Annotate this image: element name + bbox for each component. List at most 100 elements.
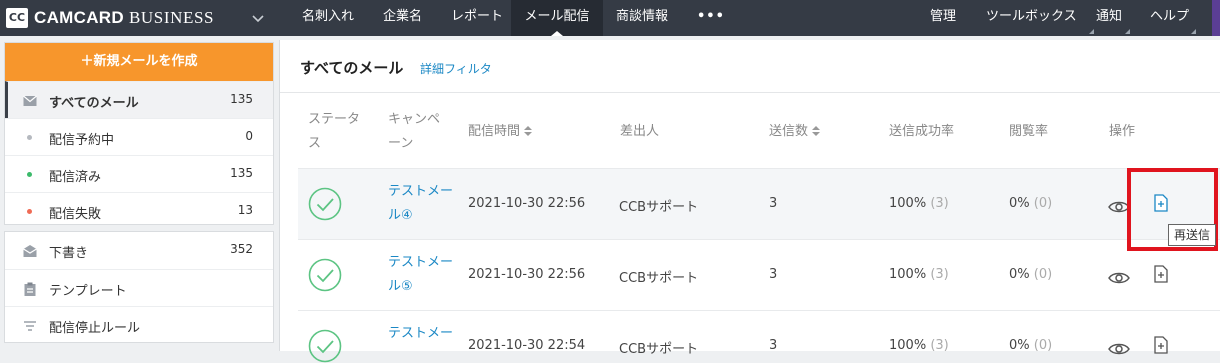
nav-help[interactable]: ヘルプ [1150,0,1198,36]
new-mail-button[interactable]: ＋新規メールを作成 [5,43,273,81]
page-title: すべてのメール [300,59,404,77]
preview-eye-icon[interactable] [1108,270,1130,286]
sidebar-item-count: 0 [245,129,253,143]
sidebar-item-label: 下書き [49,246,89,261]
sidebar-item-scheduled[interactable]: 配信予約中 0 [5,118,273,155]
column-header-success-rate: 送信成功率 [889,124,955,139]
nav-mail-label: メール配信 [524,9,590,24]
success-rate: 100% (3) [889,196,949,211]
clipboard-icon [24,282,36,296]
dropdown-corner-icon [1125,29,1130,34]
header-line: ーン [388,136,414,151]
nav-admin-label: 管理 [930,9,957,24]
sidebar-item-unsubscribe-rules[interactable]: 配信停止ルール [5,306,273,343]
column-header-status: ステータ ス [308,108,360,156]
campaign-line: ル④ [388,208,413,223]
resend-icon[interactable] [1154,265,1168,283]
column-header-sender: 差出人 [620,124,660,139]
table-row[interactable]: テストメー ル⑤ 2021-10-30 22:56 CCBサポート 3 100%… [298,239,1220,310]
dropdown-corner-icon [1191,29,1196,34]
sidebar-item-count: 135 [230,166,253,180]
rate-count: (3) [930,196,949,211]
nav-meishi[interactable]: 名刺入れ [302,0,354,36]
draft-envelope-icon [23,245,37,257]
column-header-time[interactable]: 配信時間 [468,120,533,144]
column-header-campaign: キャンペ ーン [388,108,440,156]
table-row[interactable]: テストメー ル④ 2021-10-30 22:56 CCBサポート 3 100%… [298,168,1220,239]
nav-notify[interactable]: 通知 [1096,0,1132,36]
sidebar-item-label: 配信停止ルール [49,321,141,336]
sender: CCBサポート [619,271,699,286]
open-rate: 0% (0) [1009,196,1052,211]
nav-toolbox[interactable]: ツールボックス [986,0,1096,36]
mail-folder-panel: ＋新規メールを作成 すべてのメール 135 配信予約中 0 配信済み 135 配… [4,42,274,225]
nav-admin[interactable]: 管理 [930,0,956,36]
nav-report[interactable]: レポート [451,0,503,36]
header-label: 配信時間 [468,124,521,139]
sidebar-item-label: テンプレート [49,284,127,299]
nav-help-label: ヘルプ [1150,9,1190,24]
campaign-link[interactable]: テストメー ル⑤ [388,251,453,299]
open-count: (0) [1033,196,1053,211]
status-dot-icon [27,209,32,214]
brand-name[interactable]: CAMCARD BUSINESS [34,8,214,28]
rate-value: 100% [889,196,927,211]
filter-lines-icon [24,321,36,331]
success-check-icon [308,258,342,292]
scroll-accent [1212,0,1220,36]
resend-icon[interactable] [1154,336,1168,354]
column-header-sent[interactable]: 送信数 [769,120,821,144]
success-rate: 100% (3) [889,267,949,282]
send-time: 2021-10-30 22:56 [468,196,586,211]
column-header-actions: 操作 [1109,124,1136,139]
open-value: 0% [1009,267,1030,282]
send-time: 2021-10-30 22:56 [468,267,586,282]
success-check-icon [308,329,342,363]
sidebar-item-label: 配信済み [49,170,102,185]
logo-icon[interactable]: CC [6,8,28,28]
header-divider [280,92,1220,93]
sent-count: 3 [769,196,778,211]
sidebar-item-label: すべてのメール [49,96,139,111]
dropdown-corner-icon [1089,29,1094,34]
sidebar-item-drafts[interactable]: 下書き 352 [5,232,273,269]
nav-company[interactable]: 企業名 [383,0,422,36]
preview-eye-icon[interactable] [1108,341,1130,357]
sort-icon[interactable] [812,125,821,138]
mail-list-panel: すべてのメール 詳細フィルタ ステータ ス キャンペ ーン 配信時間 差出人 送… [279,40,1220,363]
sidebar-item-failed[interactable]: 配信失敗 13 [5,192,273,229]
sidebar-item-count: 135 [230,92,253,106]
sidebar-item-label: 配信予約中 [49,133,115,148]
chevron-down-icon[interactable] [250,10,266,26]
sort-icon[interactable] [524,125,533,138]
nav-deals[interactable]: 商談情報 [616,0,668,36]
envelope-icon [23,95,37,106]
brand-bold: CAMCARD [34,8,124,27]
campaign-link[interactable]: テストメー ル④ [388,180,453,228]
sidebar-item-count: 352 [230,242,253,256]
mail-tools-panel: 下書き 352 テンプレート 配信停止ルール [4,231,274,343]
nav-mail[interactable]: メール配信 [511,0,603,36]
status-dot-icon [27,172,32,177]
sidebar-item-all-mail[interactable]: すべてのメール 135 [5,81,273,118]
open-value: 0% [1009,196,1030,211]
nav-toolbox-label: ツールボックス [986,9,1077,24]
sent-count: 3 [769,267,778,282]
open-count: (0) [1033,267,1053,282]
campaign-line: テストメー [388,326,454,341]
campaign-line: ル⑤ [388,279,413,294]
status-dot-icon [27,135,32,140]
header-line: ス [308,136,322,151]
header-line: キャンペ [388,112,441,127]
open-rate: 0% (0) [1009,267,1052,282]
campaign-link[interactable]: テストメー [388,322,453,346]
sidebar-item-label: 配信失敗 [49,207,102,222]
header-line: ステータ [308,112,361,127]
sidebar-item-sent[interactable]: 配信済み 135 [5,155,273,192]
more-icon[interactable]: ••• [697,0,725,36]
advanced-filter-link[interactable]: 詳細フィルタ [420,60,492,77]
campaign-line: テストメー [388,255,454,270]
sidebar-item-templates[interactable]: テンプレート [5,269,273,306]
resend-tooltip: 再送信 [1168,224,1216,246]
table-row[interactable]: テストメー 2021-10-30 22:54 CCBサポート 3 100% (3… [298,310,1220,363]
